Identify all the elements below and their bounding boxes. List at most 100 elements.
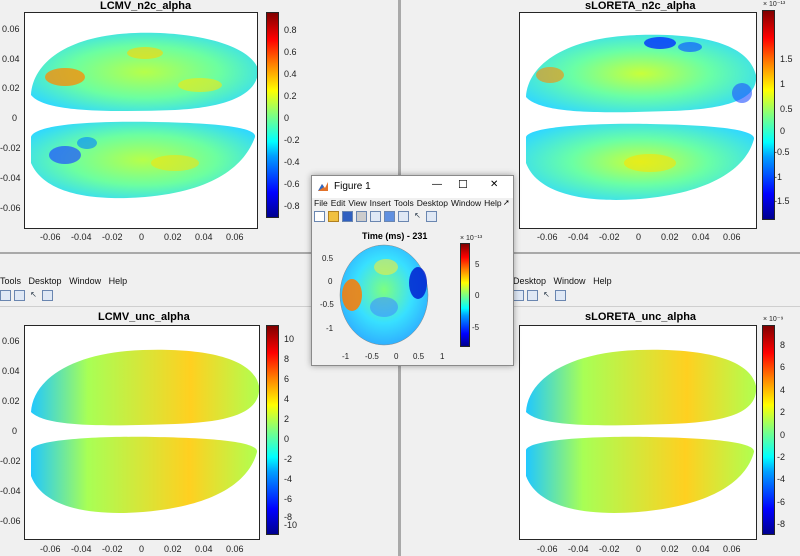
- figure-icon[interactable]: [398, 211, 409, 222]
- colorbar-exponent: × 10⁻¹³: [763, 1, 786, 8]
- x-tick: 0.02: [164, 544, 182, 554]
- menu-insert[interactable]: Insert: [370, 198, 391, 208]
- menu-view[interactable]: View: [348, 198, 366, 208]
- y-tick: 0: [12, 426, 18, 436]
- property-editor-icon[interactable]: [426, 211, 437, 222]
- colorbar-tick: -4: [777, 474, 786, 484]
- menu-desktop[interactable]: Desktop: [29, 276, 62, 286]
- x-tick: -0.06: [40, 232, 61, 242]
- y-tick: 0.06: [2, 24, 20, 34]
- property-editor-icon[interactable]: [555, 290, 566, 301]
- colorbar-tick: 0.4: [284, 69, 297, 79]
- x-tick: -0.06: [537, 232, 558, 242]
- menu-file[interactable]: File: [314, 198, 328, 208]
- x-tick: 0: [139, 544, 145, 554]
- colorbar: [762, 325, 775, 535]
- pointer-icon[interactable]: ↖: [541, 290, 552, 301]
- x-tick: 0.04: [195, 232, 213, 242]
- brain-surface-plot: [31, 32, 257, 199]
- open-file-icon[interactable]: [328, 211, 339, 222]
- maximize-button[interactable]: ☐: [458, 178, 468, 191]
- menu-desktop[interactable]: Desktop: [417, 198, 448, 208]
- y-tick: -0.5: [320, 300, 334, 309]
- y-tick: -0.06: [0, 516, 21, 526]
- minimize-button[interactable]: —: [432, 179, 442, 190]
- colorbar-tick: -1: [774, 172, 783, 182]
- x-tick: 0.04: [692, 232, 710, 242]
- menu-help[interactable]: Help: [593, 276, 612, 286]
- new-figure-icon[interactable]: [314, 211, 325, 222]
- colorbar-tick: 6: [284, 374, 290, 384]
- matlab-icon: [318, 182, 328, 191]
- pointer-icon[interactable]: ↖: [28, 290, 39, 301]
- y-tick: 0.5: [322, 254, 334, 263]
- colorbar-exponent: × 10⁻⁹: [763, 316, 784, 323]
- menu-overflow-icon[interactable]: ➚: [503, 198, 510, 207]
- menu-desktop[interactable]: Desktop: [513, 276, 546, 286]
- plot-title: sLORETA_unc_alpha: [585, 311, 697, 323]
- menu-window[interactable]: Window: [69, 276, 101, 286]
- colorbar-tick: -6: [284, 494, 293, 504]
- figure-icon[interactable]: [0, 290, 11, 301]
- colorbar: [460, 243, 470, 347]
- x-tick: -0.5: [365, 352, 379, 361]
- toolbar: ↖: [314, 211, 437, 222]
- title-bar[interactable]: Figure 1 — ☐ ✕: [312, 176, 513, 198]
- x-tick: 0.06: [226, 544, 244, 554]
- x-tick: -0.02: [599, 232, 620, 242]
- x-tick: 0.06: [226, 232, 244, 242]
- menu-window[interactable]: Window: [554, 276, 586, 286]
- x-tick: -0.06: [40, 544, 61, 554]
- menu-help[interactable]: Help: [484, 198, 501, 208]
- x-tick: 0: [139, 232, 145, 242]
- x-tick: -1: [342, 352, 350, 361]
- window-title: Figure 1: [334, 181, 371, 192]
- y-tick: 0.04: [2, 366, 20, 376]
- pointer-icon[interactable]: ↖: [412, 211, 423, 222]
- print-icon[interactable]: [356, 211, 367, 222]
- figure1-window[interactable]: Figure 1 — ☐ ✕ File Edit View Insert Tools De…: [311, 175, 514, 366]
- y-tick: 0: [12, 113, 18, 123]
- colorbar-tick: 4: [284, 394, 290, 404]
- close-button[interactable]: ✕: [490, 179, 498, 190]
- colorbar-tick: 0: [284, 113, 290, 123]
- colorbar-tick: 0.8: [284, 25, 297, 35]
- colorbar-tick: 1: [780, 79, 786, 89]
- colorbar-tick: 0: [475, 291, 480, 300]
- colorbar-tick: 0: [780, 430, 786, 440]
- x-tick: 0.02: [164, 232, 182, 242]
- menu-tools[interactable]: Tools: [0, 276, 21, 286]
- plot-title: LCMV_unc_alpha: [98, 311, 190, 323]
- x-tick: 0.5: [413, 352, 425, 361]
- colorbar-tick: -0.5: [774, 147, 790, 157]
- colorbar-tick: 2: [284, 414, 290, 424]
- save-icon[interactable]: [342, 211, 353, 222]
- y-tick: 0.02: [2, 396, 20, 406]
- figure-icon[interactable]: [513, 290, 524, 301]
- colorbar-tick: -2: [284, 454, 293, 464]
- colorbar-tick: -1.5: [774, 196, 790, 206]
- x-tick: -0.02: [102, 544, 123, 554]
- menu-edit[interactable]: Edit: [331, 198, 346, 208]
- colorbar-tick: -10: [284, 520, 298, 530]
- menu-window[interactable]: Window: [451, 198, 481, 208]
- zoom-icon[interactable]: [370, 211, 381, 222]
- colorbar-tick: 0: [284, 434, 290, 444]
- y-tick: 0: [328, 277, 333, 286]
- property-editor-icon[interactable]: [42, 290, 53, 301]
- y-tick: -0.02: [0, 456, 21, 466]
- plot-tools-icon[interactable]: [14, 290, 25, 301]
- colorbar-tick: 2: [780, 407, 786, 417]
- plot-title: Time (ms) - 231: [362, 231, 428, 241]
- menu-bar: File Edit View Insert Tools Desktop Window Help: [314, 198, 505, 208]
- plot-tools-icon[interactable]: [527, 290, 538, 301]
- toolbar: ↖: [0, 290, 53, 301]
- colorbar-tick: -0.6: [284, 179, 300, 189]
- link-data-icon[interactable]: [384, 211, 395, 222]
- menu-help[interactable]: Help: [109, 276, 128, 286]
- x-tick: -0.02: [599, 544, 620, 554]
- colorbar-tick: 1.5: [780, 54, 793, 64]
- x-tick: -0.04: [568, 232, 589, 242]
- x-tick: 0.04: [195, 544, 213, 554]
- menu-tools[interactable]: Tools: [394, 198, 414, 208]
